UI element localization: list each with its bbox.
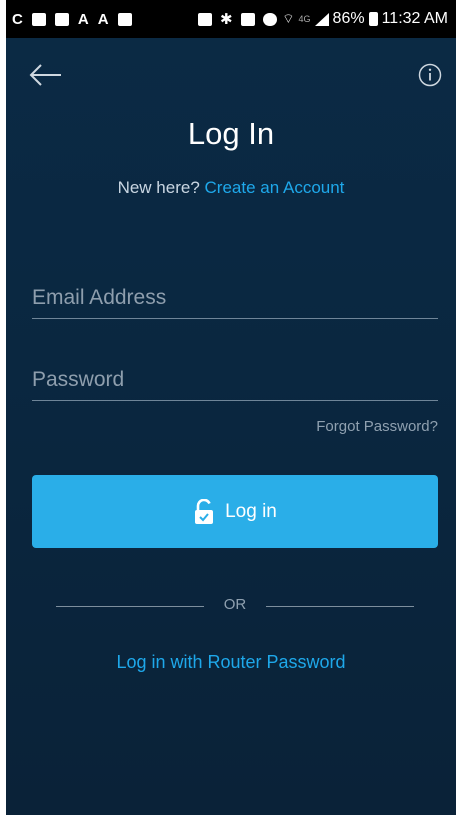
status-bar-right: ⌔ 4G 86% 11:32 AM bbox=[282, 0, 448, 38]
arrow-left-icon bbox=[29, 64, 61, 86]
or-separator: OR bbox=[56, 596, 414, 616]
login-button-label: Log in bbox=[225, 500, 277, 522]
nfc-icon bbox=[240, 12, 255, 26]
create-account-link[interactable]: Create an Account bbox=[205, 178, 345, 197]
separator-line-right bbox=[266, 606, 414, 607]
status-bar-notifications: C A A bbox=[12, 0, 132, 38]
page-title: Log In bbox=[187, 116, 275, 151]
back-button[interactable] bbox=[28, 60, 64, 90]
battery-percent: 86% bbox=[332, 10, 365, 27]
signal-icon bbox=[314, 12, 329, 26]
email-field[interactable] bbox=[32, 278, 438, 319]
forgot-password-link[interactable]: Forgot Password? bbox=[316, 418, 438, 435]
status-bar-system-icons: ✱ bbox=[198, 0, 277, 38]
network-type: 4G bbox=[298, 14, 311, 24]
battery-icon bbox=[368, 12, 378, 26]
clock: 11:32 AM bbox=[381, 10, 448, 27]
wifi-icon: ⌔ bbox=[282, 11, 295, 26]
router-password-login-link[interactable]: Log in with Router Password bbox=[6, 652, 456, 673]
signup-prompt: New here? Create an Account bbox=[6, 178, 456, 198]
signup-prompt-text: New here? bbox=[117, 178, 200, 197]
info-button[interactable] bbox=[418, 63, 442, 87]
unlock-icon bbox=[195, 498, 214, 524]
login-button[interactable]: Log in bbox=[32, 475, 438, 548]
message-icon bbox=[54, 12, 69, 26]
info-icon bbox=[418, 63, 442, 87]
password-field[interactable] bbox=[32, 360, 438, 401]
lock-icon bbox=[198, 12, 212, 26]
or-label: OR bbox=[223, 596, 247, 613]
calendar-icon bbox=[31, 12, 46, 26]
mail-icon bbox=[117, 12, 132, 26]
font-icon: A bbox=[77, 10, 89, 28]
status-bar: C A A ✱ ⌔ 4G 86% 11:32 AM bbox=[6, 0, 456, 38]
font-icon: A bbox=[97, 10, 109, 28]
bluetooth-icon: ✱ bbox=[220, 10, 233, 28]
do-not-disturb-icon bbox=[262, 12, 277, 26]
app-screen: C A A ✱ ⌔ 4G 86% 11:32 AM Log In New her… bbox=[6, 0, 456, 815]
notification-icon: C bbox=[12, 10, 23, 28]
